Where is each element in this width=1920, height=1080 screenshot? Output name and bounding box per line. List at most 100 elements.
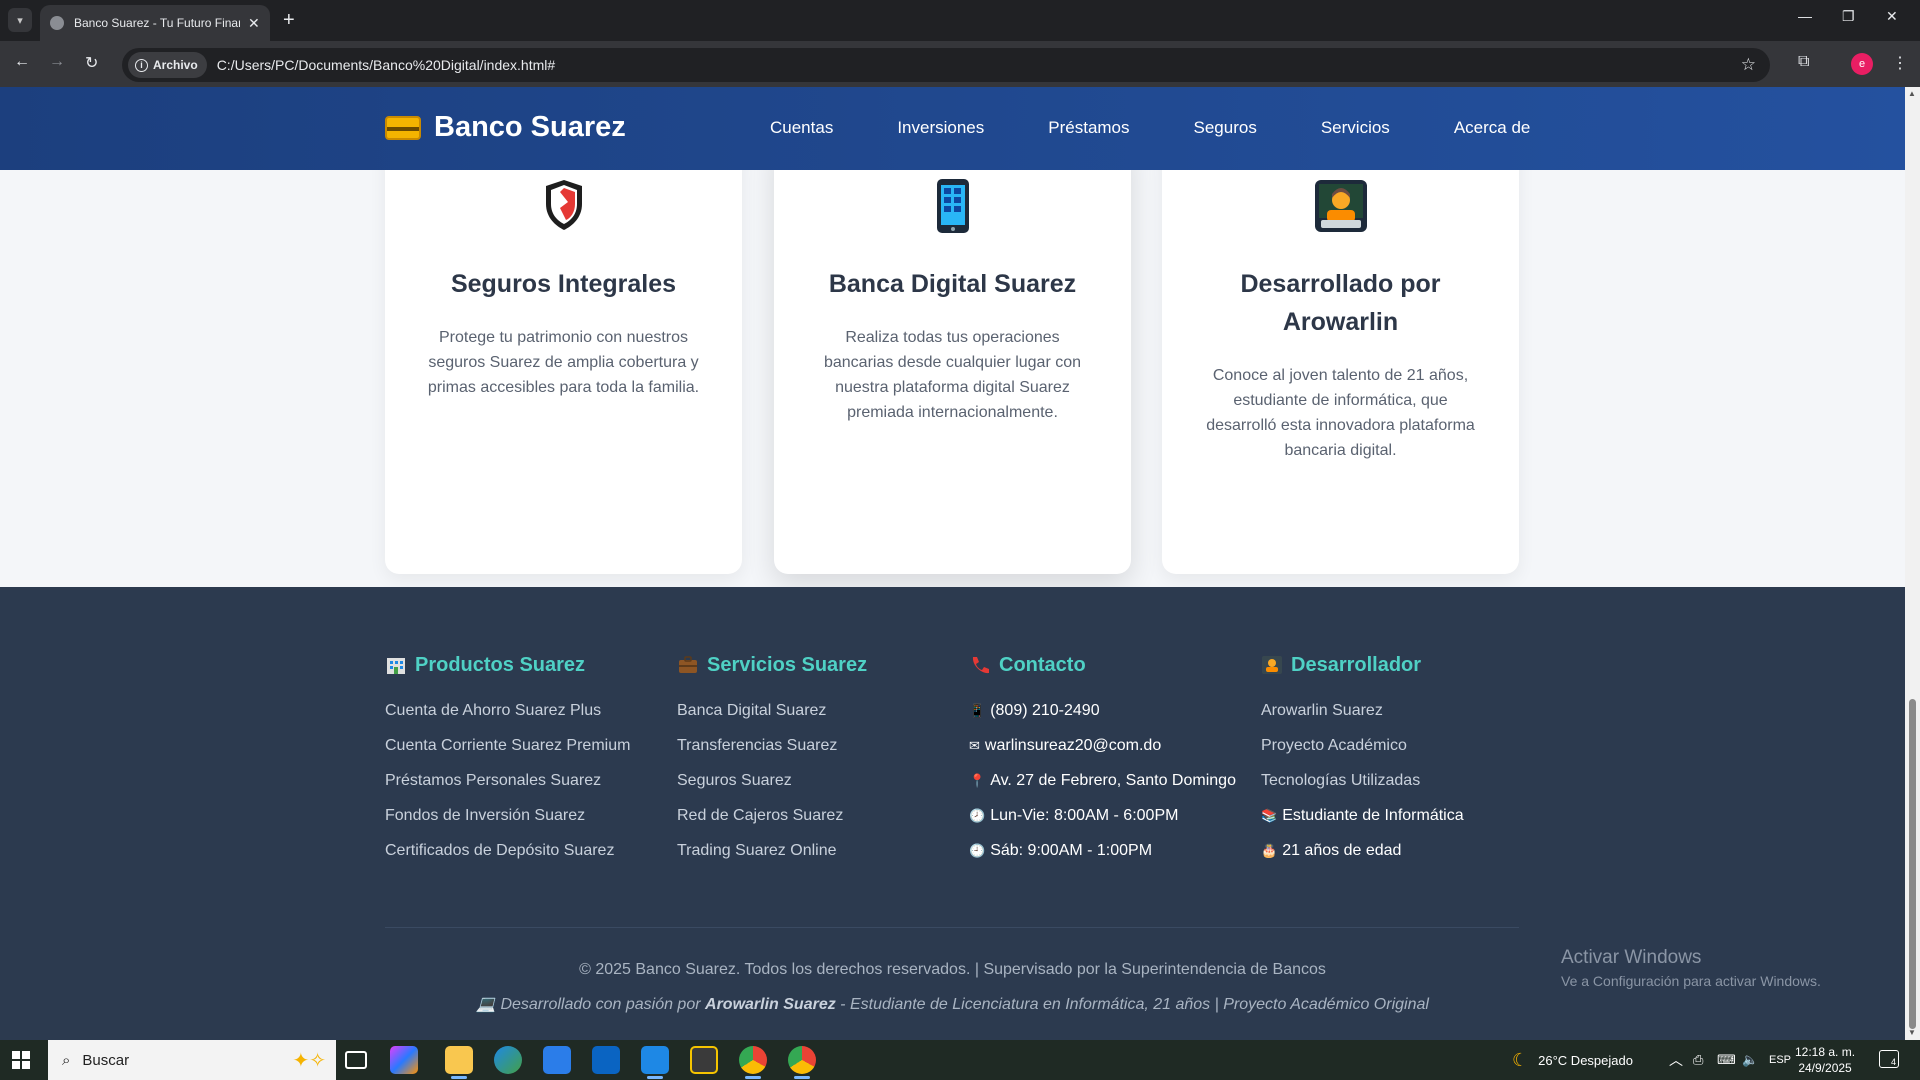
watermark-title: Activar Windows <box>1561 947 1702 968</box>
footer-link[interactable]: Seguros Suarez <box>677 770 947 791</box>
footer-link[interactable]: Red de Cajeros Suarez <box>677 805 947 826</box>
chrome-icon[interactable] <box>739 1046 767 1079</box>
footer-divider <box>385 927 1519 928</box>
footer-link[interactable]: Certificados de Depósito Suarez <box>385 840 655 861</box>
store-icon[interactable] <box>543 1046 571 1074</box>
copilot-icon[interactable] <box>390 1046 418 1074</box>
footer-col-desarrollador: Desarrollador Arowarlin Suarez Proyecto … <box>1261 650 1531 875</box>
site-logo[interactable]: Banco Suarez <box>385 111 626 144</box>
search-icon: ⌕ <box>62 1051 71 1069</box>
nav-acerca-de[interactable]: Acerca de <box>1454 118 1531 138</box>
windows-activation-watermark: Activar Windows Ve a Configuración para … <box>1561 947 1821 989</box>
browser-tab[interactable]: Banco Suarez - Tu Futuro Financiero ✕ <box>40 5 270 41</box>
footer-col-servicios: Servicios Suarez Banca Digital Suarez Tr… <box>677 650 947 875</box>
site-info-chip[interactable]: i Archivo <box>128 52 207 78</box>
dev-credit-prefix: Desarrollado con pasión por <box>500 996 701 1013</box>
close-tab-icon[interactable]: ✕ <box>248 15 260 32</box>
footer-link[interactable]: Tecnologías Utilizadas <box>1261 770 1531 791</box>
dev-student-text: Estudiante de Informática <box>1282 807 1464 824</box>
clock-time: 12:18 a. m. <box>1795 1045 1856 1059</box>
footer-link[interactable]: Arowarlin Suarez <box>1261 700 1531 721</box>
feature-card: Seguros Integrales Protege tu patrimonio… <box>385 140 742 574</box>
technologist-icon <box>1162 178 1519 234</box>
nav-inversiones[interactable]: Inversiones <box>897 118 984 138</box>
bookmark-star-icon[interactable]: ☆ <box>1741 55 1756 75</box>
footer-link[interactable]: Transferencias Suarez <box>677 735 947 756</box>
window-close-icon[interactable]: ✕ <box>1886 8 1898 25</box>
taskbar-clock[interactable]: 12:18 a. m. 24/9/2025 <box>1795 1044 1855 1076</box>
volume-icon[interactable]: 🔈 <box>1742 1040 1758 1080</box>
contact-email-text: warlinsureaz20@com.do <box>984 737 1162 754</box>
notification-icon[interactable]: 4 <box>1879 1050 1899 1068</box>
forward-icon[interactable]: → <box>49 53 65 71</box>
cake-icon: 🎂 <box>1261 843 1278 858</box>
address-bar[interactable]: i Archivo C:/Users/PC/Documents/Banco%20… <box>122 48 1770 82</box>
feature-card: Desarrollado por Arowarlin Conoce al jov… <box>1162 140 1519 574</box>
footer-link[interactable]: Préstamos Personales Suarez <box>385 770 655 791</box>
technologist-icon <box>1261 654 1283 676</box>
back-icon[interactable]: ← <box>14 53 30 71</box>
footer-heading: Servicios Suarez <box>707 653 868 676</box>
menu-kebab-icon[interactable]: ⋮ <box>1892 53 1908 73</box>
minimize-icon[interactable]: — <box>1798 8 1812 24</box>
profile-avatar[interactable]: e <box>1851 53 1873 75</box>
task-view-icon[interactable] <box>345 1051 367 1069</box>
mobile-phone-icon <box>774 178 1131 234</box>
restore-icon[interactable]: ❐ <box>1842 8 1855 25</box>
hours-sat-text: Sáb: 9:00AM - 1:00PM <box>990 842 1153 859</box>
nav-prestamos[interactable]: Préstamos <box>1048 118 1129 138</box>
outlook-icon[interactable] <box>592 1046 620 1074</box>
windows-start-icon[interactable] <box>12 1051 30 1069</box>
feature-card: Banca Digital Suarez Realiza todas tus o… <box>774 140 1131 574</box>
sparkle-icon: ✦✧ <box>292 1050 326 1072</box>
footer-link[interactable]: Fondos de Inversión Suarez <box>385 805 655 826</box>
scroll-up-icon[interactable]: ▲ <box>1908 89 1916 98</box>
dev-age-text: 21 años de edad <box>1282 842 1402 859</box>
language-indicator[interactable]: ESP <box>1769 1040 1791 1080</box>
moon-icon: ☾ <box>1512 1049 1529 1070</box>
app-icon[interactable] <box>690 1046 718 1074</box>
reload-icon[interactable]: ↻ <box>85 53 98 73</box>
chrome-profile-icon[interactable] <box>788 1046 816 1079</box>
browser-tab-bar: ▾ Banco Suarez - Tu Futuro Financiero ✕ … <box>0 0 1920 41</box>
scroll-down-icon[interactable]: ▼ <box>1908 1028 1916 1037</box>
taskbar-search[interactable]: ⌕ Buscar ✦✧ <box>48 1040 336 1080</box>
footer-link[interactable]: Proyecto Académico <box>1261 735 1531 756</box>
new-tab-button[interactable]: + <box>283 8 295 32</box>
extensions-icon[interactable]: ⧉ <box>1798 53 1809 71</box>
footer-link[interactable]: Cuenta de Ahorro Suarez Plus <box>385 700 655 721</box>
footer-link[interactable]: Cuenta Corriente Suarez Premium <box>385 735 655 756</box>
info-icon: i <box>135 58 148 72</box>
tab-search-dropdown-icon[interactable]: ▾ <box>8 8 32 32</box>
footer-link[interactable]: Banca Digital Suarez <box>677 700 947 721</box>
network-icon[interactable]: ⌨ <box>1717 1040 1736 1080</box>
scrollbar-thumb[interactable] <box>1909 699 1916 1029</box>
footer-col-contacto: Contacto 📱 (809) 210-2490 ✉ warlinsureaz20… <box>969 650 1239 875</box>
nav-servicios[interactable]: Servicios <box>1321 118 1390 138</box>
weather-widget[interactable]: ☾ 26°C Despejado <box>1512 1040 1633 1080</box>
books-icon: 📚 <box>1261 808 1278 823</box>
footer-link[interactable]: Trading Suarez Online <box>677 840 947 861</box>
main-nav: Cuentas Inversiones Préstamos Seguros Se… <box>770 118 1594 138</box>
contact-address: 📍 Av. 27 de Febrero, Santo Domingo <box>969 770 1239 791</box>
dev-credit-name: Arowarlin Suarez <box>705 996 836 1013</box>
laptop-icon: 💻 <box>476 996 496 1013</box>
hours-week-text: Lun-Vie: 8:00AM - 6:00PM <box>990 807 1179 824</box>
clock-date: 24/9/2025 <box>1798 1061 1852 1075</box>
vscode-icon[interactable] <box>641 1046 669 1079</box>
footer-col-productos: Productos Suarez Cuenta de Ahorro Suarez… <box>385 650 655 875</box>
camera-icon[interactable]: ⎙ <box>1693 1040 1703 1080</box>
dev-age: 🎂 21 años de edad <box>1261 840 1531 861</box>
contact-address-text: Av. 27 de Febrero, Santo Domingo <box>990 772 1236 789</box>
file-explorer-icon[interactable] <box>445 1046 473 1079</box>
contact-phone: 📱 (809) 210-2490 <box>969 700 1239 721</box>
tray-chevron-icon[interactable]: ︿ <box>1669 1040 1683 1080</box>
edge-icon[interactable] <box>494 1046 522 1074</box>
footer-heading: Contacto <box>999 653 1086 676</box>
url-text[interactable]: C:/Users/PC/Documents/Banco%20Digital/in… <box>217 57 555 73</box>
nav-seguros[interactable]: Seguros <box>1194 118 1257 138</box>
page-scrollbar[interactable]: ▲ ▼ <box>1905 87 1920 1040</box>
card-title: Seguros Integrales <box>450 270 677 298</box>
nav-cuentas[interactable]: Cuentas <box>770 118 833 138</box>
card-title: Desarrollado por Arowarlin <box>1240 270 1441 336</box>
